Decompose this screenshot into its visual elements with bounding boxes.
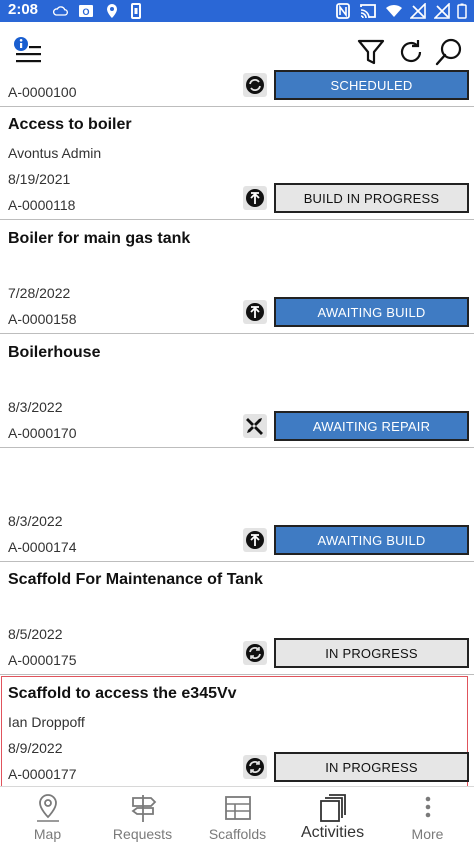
status-button[interactable]: IN PROGRESS (274, 752, 469, 782)
item-date: 7/28/2022 (8, 285, 71, 301)
list-item[interactable]: A-0000100 SCHEDULED (0, 70, 474, 107)
outlook-icon: O (79, 5, 93, 17)
list-item[interactable]: Boilerhouse 8/3/2022 A-0000170 AWAITING … (0, 335, 474, 448)
item-date: 8/9/2022 (8, 740, 63, 756)
wifi-icon (386, 4, 402, 17)
nav-activities[interactable]: Activities (285, 787, 380, 847)
item-title: Boiler for main gas tank (8, 230, 191, 247)
item-reference: A-0000170 (8, 425, 77, 441)
svg-text:O: O (82, 7, 89, 17)
nav-scaffolds[interactable]: Scaffolds (190, 787, 285, 847)
cloud-icon (52, 6, 68, 16)
item-reference: A-0000174 (8, 539, 77, 555)
no-sim-icon (434, 3, 450, 19)
item-title: Access to boiler (8, 116, 132, 133)
map-pin-icon (36, 794, 59, 822)
battery-icon (457, 3, 467, 19)
nfc-icon (336, 3, 350, 19)
item-title: Scaffold For Maintenance of Tank (8, 571, 263, 588)
nav-label: Activities (300, 824, 365, 841)
item-reference: A-0000100 (8, 84, 77, 100)
nav-requests[interactable]: Requests (95, 787, 190, 847)
item-date: 8/19/2021 (8, 171, 71, 187)
status-time: 2:08 (8, 1, 39, 18)
battery-saver-icon (131, 3, 141, 19)
item-reference: A-0000177 (8, 766, 77, 782)
build-arrow-icon (243, 528, 267, 552)
no-signal-icon (410, 3, 426, 19)
item-title: Scaffold to access the e345Vv (8, 685, 237, 702)
repair-tools-icon (243, 414, 267, 438)
scaffold-grid-icon (224, 796, 251, 820)
nav-label: Scaffolds (208, 826, 267, 842)
nav-more[interactable]: More (380, 787, 474, 847)
filter-icon[interactable] (356, 37, 386, 67)
status-bar: 2:08 O (0, 0, 474, 22)
refresh-icon[interactable] (396, 37, 426, 67)
search-icon[interactable] (434, 37, 464, 67)
more-dots-icon (425, 796, 430, 818)
bottom-navigation: Map Requests Scaffolds Activities More (0, 786, 474, 847)
cast-icon (360, 4, 376, 19)
item-subtitle: Ian Droppoff (8, 714, 85, 730)
item-reference: A-0000175 (8, 652, 77, 668)
build-arrow-icon (243, 186, 267, 210)
item-title: Boilerhouse (8, 344, 101, 361)
status-button[interactable]: BUILD IN PROGRESS (274, 183, 469, 213)
status-button[interactable]: AWAITING REPAIR (274, 411, 469, 441)
list-item[interactable]: 8/3/2022 A-0000174 AWAITING BUILD (0, 449, 474, 562)
status-button[interactable]: AWAITING BUILD (274, 297, 469, 327)
in-progress-cycle-icon (243, 755, 267, 779)
in-progress-cycle-icon (243, 641, 267, 665)
list-item[interactable]: Scaffold For Maintenance of Tank 8/5/202… (0, 562, 474, 675)
list-item[interactable]: Access to boiler Avontus Admin 8/19/2021… (0, 107, 474, 220)
activities-stack-icon (319, 794, 346, 822)
list-item-selected[interactable]: Scaffold to access the e345Vv Ian Droppo… (0, 676, 474, 786)
nav-label: Requests (112, 826, 173, 842)
nav-label: More (411, 826, 444, 842)
build-arrow-icon (243, 300, 267, 324)
nav-map[interactable]: Map (0, 787, 95, 847)
signpost-icon (131, 795, 156, 822)
status-button[interactable]: SCHEDULED (274, 70, 469, 100)
item-date: 8/3/2022 (8, 399, 63, 415)
list-item[interactable]: Boiler for main gas tank 7/28/2022 A-000… (0, 221, 474, 334)
location-icon (107, 4, 117, 18)
nav-label: Map (33, 826, 62, 842)
status-button[interactable]: IN PROGRESS (274, 638, 469, 668)
info-menu-icon[interactable] (12, 35, 42, 65)
in-progress-cycle-icon (243, 73, 267, 97)
item-subtitle: Avontus Admin (8, 145, 102, 161)
item-date: 8/5/2022 (8, 626, 63, 642)
item-reference: A-0000118 (8, 197, 76, 213)
status-button[interactable]: AWAITING BUILD (274, 525, 469, 555)
item-reference: A-0000158 (8, 311, 77, 327)
item-date: 8/3/2022 (8, 513, 63, 529)
activities-list[interactable]: A-0000100 SCHEDULED Access to boiler Avo… (0, 70, 474, 786)
